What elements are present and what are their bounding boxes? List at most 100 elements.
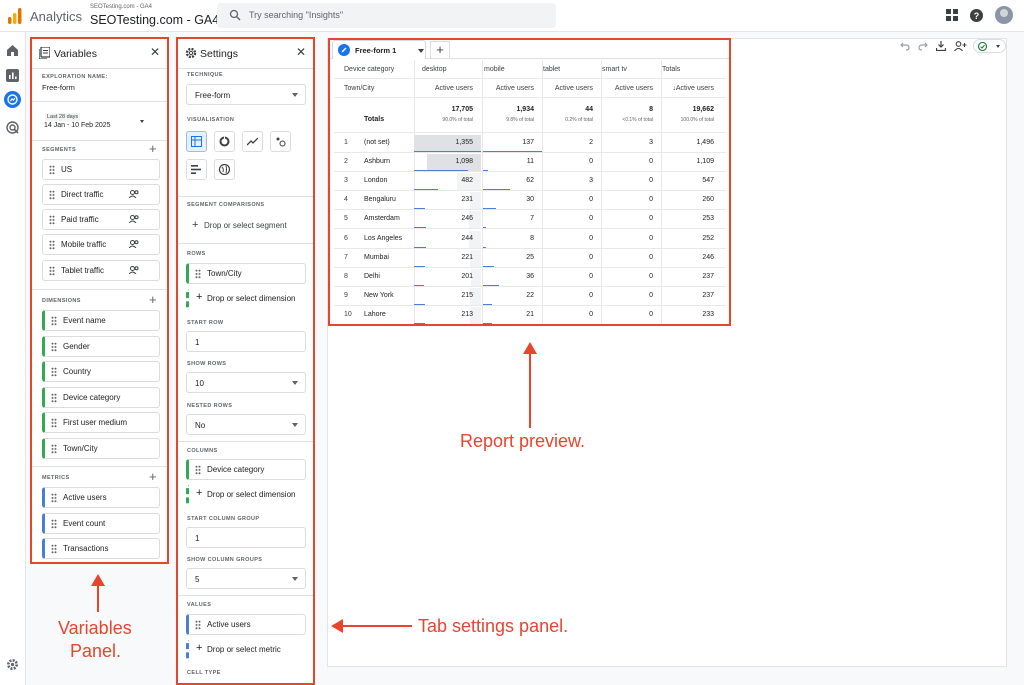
cell-value[interactable]: 482 (461, 177, 473, 184)
segment-drop-zone[interactable]: + Drop or select segment (186, 216, 306, 236)
drag-handle-icon[interactable] (51, 316, 57, 326)
column-header-mobile[interactable]: mobile (484, 66, 505, 73)
cell-value[interactable]: 36 (526, 273, 534, 280)
metric-item[interactable]: Event count (42, 513, 160, 534)
show-column-groups-select[interactable]: 5 (186, 568, 306, 589)
metric-header[interactable]: ↓Active users (672, 85, 714, 92)
row-city[interactable]: (not set) (364, 139, 390, 146)
cell-value[interactable]: 233 (702, 311, 714, 318)
row-city[interactable]: Los Angeles (364, 235, 402, 242)
exploration-name-input[interactable]: Free-form (42, 83, 75, 92)
cell-value[interactable]: 62 (526, 177, 534, 184)
dimension-drop-zone[interactable]: + Drop or select dimension (186, 289, 306, 310)
cell-value[interactable]: 25 (526, 254, 534, 261)
drag-handle-icon[interactable] (49, 165, 55, 175)
cell-value[interactable]: 0 (589, 215, 593, 222)
cell-value[interactable]: 0 (649, 311, 653, 318)
metric-header[interactable]: Active users (496, 85, 534, 92)
row-city[interactable]: London (364, 177, 387, 184)
download-icon[interactable] (936, 41, 946, 51)
cell-value[interactable]: 3 (649, 139, 653, 146)
geo-viz-button[interactable] (214, 159, 235, 180)
add-tab-button[interactable]: + (430, 41, 450, 58)
table-viz-button[interactable] (186, 131, 207, 152)
segment-item[interactable]: Paid traffic (42, 209, 160, 230)
dimension-item[interactable]: Device category (42, 387, 160, 408)
metric-header[interactable]: Active users (555, 85, 593, 92)
status-toggle[interactable] (973, 39, 1006, 53)
drag-handle-icon[interactable] (51, 519, 57, 529)
cell-value[interactable]: 0 (649, 235, 653, 242)
cell-value[interactable]: 1,098 (455, 158, 473, 165)
cell-value[interactable]: 231 (461, 196, 473, 203)
add-dimension-icon[interactable]: + (149, 293, 157, 306)
cell-value[interactable]: 0 (589, 292, 593, 299)
cell-value[interactable]: 0 (649, 196, 653, 203)
cell-value[interactable]: 0 (649, 292, 653, 299)
drag-handle-icon[interactable] (195, 269, 201, 279)
cell-value[interactable]: 221 (461, 254, 473, 261)
start-row-input[interactable]: 1 (186, 331, 306, 352)
row-city[interactable]: Mumbai (364, 254, 389, 261)
row-city[interactable]: Bengaluru (364, 196, 396, 203)
chevron-down-icon[interactable] (418, 49, 424, 53)
tab-free-form-1[interactable]: Free-form 1 (332, 40, 426, 59)
drag-handle-icon[interactable] (51, 418, 57, 428)
cell-value[interactable]: 0 (589, 196, 593, 203)
add-metric-icon[interactable]: + (149, 470, 157, 483)
cell-value[interactable]: 244 (461, 235, 473, 242)
cell-value[interactable]: 253 (702, 215, 714, 222)
date-range-picker[interactable]: Last 28 days 14 Jan - 10 Feb 2025 (42, 110, 162, 134)
cell-value[interactable]: 22 (526, 292, 534, 299)
segment-item[interactable]: Direct traffic (42, 184, 160, 205)
dimension-item[interactable]: Town/City (42, 438, 160, 459)
column-header-smarttv[interactable]: smart tv (602, 66, 627, 73)
account-name[interactable]: SEOTesting.com - GA4 (90, 13, 219, 27)
share-user-icon[interactable] (954, 41, 967, 51)
column-header-tablet[interactable]: tablet (543, 66, 560, 73)
column-header-totals[interactable]: Totals (662, 66, 680, 73)
cell-value[interactable]: 237 (702, 273, 714, 280)
drag-handle-icon[interactable] (51, 444, 57, 454)
drag-handle-icon[interactable] (51, 342, 57, 352)
bar-viz-button[interactable] (186, 159, 207, 180)
cell-value[interactable]: 0 (649, 273, 653, 280)
reports-icon[interactable] (6, 69, 19, 82)
advertising-icon[interactable] (6, 121, 19, 134)
cell-value[interactable]: 8 (530, 235, 534, 242)
add-segment-icon[interactable]: + (149, 142, 157, 155)
close-icon[interactable]: ✕ (150, 46, 160, 58)
row-city[interactable]: Amsterdam (364, 215, 400, 222)
help-icon[interactable]: ? (970, 9, 983, 22)
metric-item[interactable]: Transactions (42, 538, 160, 559)
app-name[interactable]: Analytics (30, 9, 82, 24)
cell-value[interactable]: 201 (461, 273, 473, 280)
segment-item[interactable]: Tablet traffic (42, 260, 160, 281)
cell-value[interactable]: 30 (526, 196, 534, 203)
cell-value[interactable]: 0 (589, 311, 593, 318)
search-bar[interactable]: Try searching "Insights" (217, 3, 556, 28)
donut-viz-button[interactable] (214, 131, 235, 152)
drag-handle-icon[interactable] (49, 215, 55, 225)
avatar[interactable] (995, 6, 1013, 24)
dimension-item[interactable]: Gender (42, 336, 160, 357)
cell-value[interactable]: 0 (589, 254, 593, 261)
technique-select[interactable]: Free-form (186, 84, 306, 105)
cell-value[interactable]: 260 (702, 196, 714, 203)
redo-icon[interactable] (918, 41, 928, 51)
cell-value[interactable]: 11 (527, 158, 534, 165)
row-city[interactable]: Delhi (364, 273, 380, 280)
analytics-logo-icon[interactable] (8, 8, 22, 24)
drag-handle-icon[interactable] (195, 465, 201, 475)
cell-value[interactable]: 2 (589, 139, 593, 146)
metric-header[interactable]: Active users (615, 85, 653, 92)
row-dimension-item[interactable]: Town/City (186, 263, 306, 284)
drag-handle-icon[interactable] (51, 544, 57, 554)
cell-value[interactable]: 3 (589, 177, 593, 184)
apps-grid-icon[interactable] (946, 9, 958, 21)
home-icon[interactable] (6, 44, 19, 56)
cell-value[interactable]: 246 (461, 215, 473, 222)
row-city[interactable]: Lahore (364, 311, 386, 318)
cell-value[interactable]: 7 (530, 215, 534, 222)
cell-value[interactable]: 213 (461, 311, 473, 318)
